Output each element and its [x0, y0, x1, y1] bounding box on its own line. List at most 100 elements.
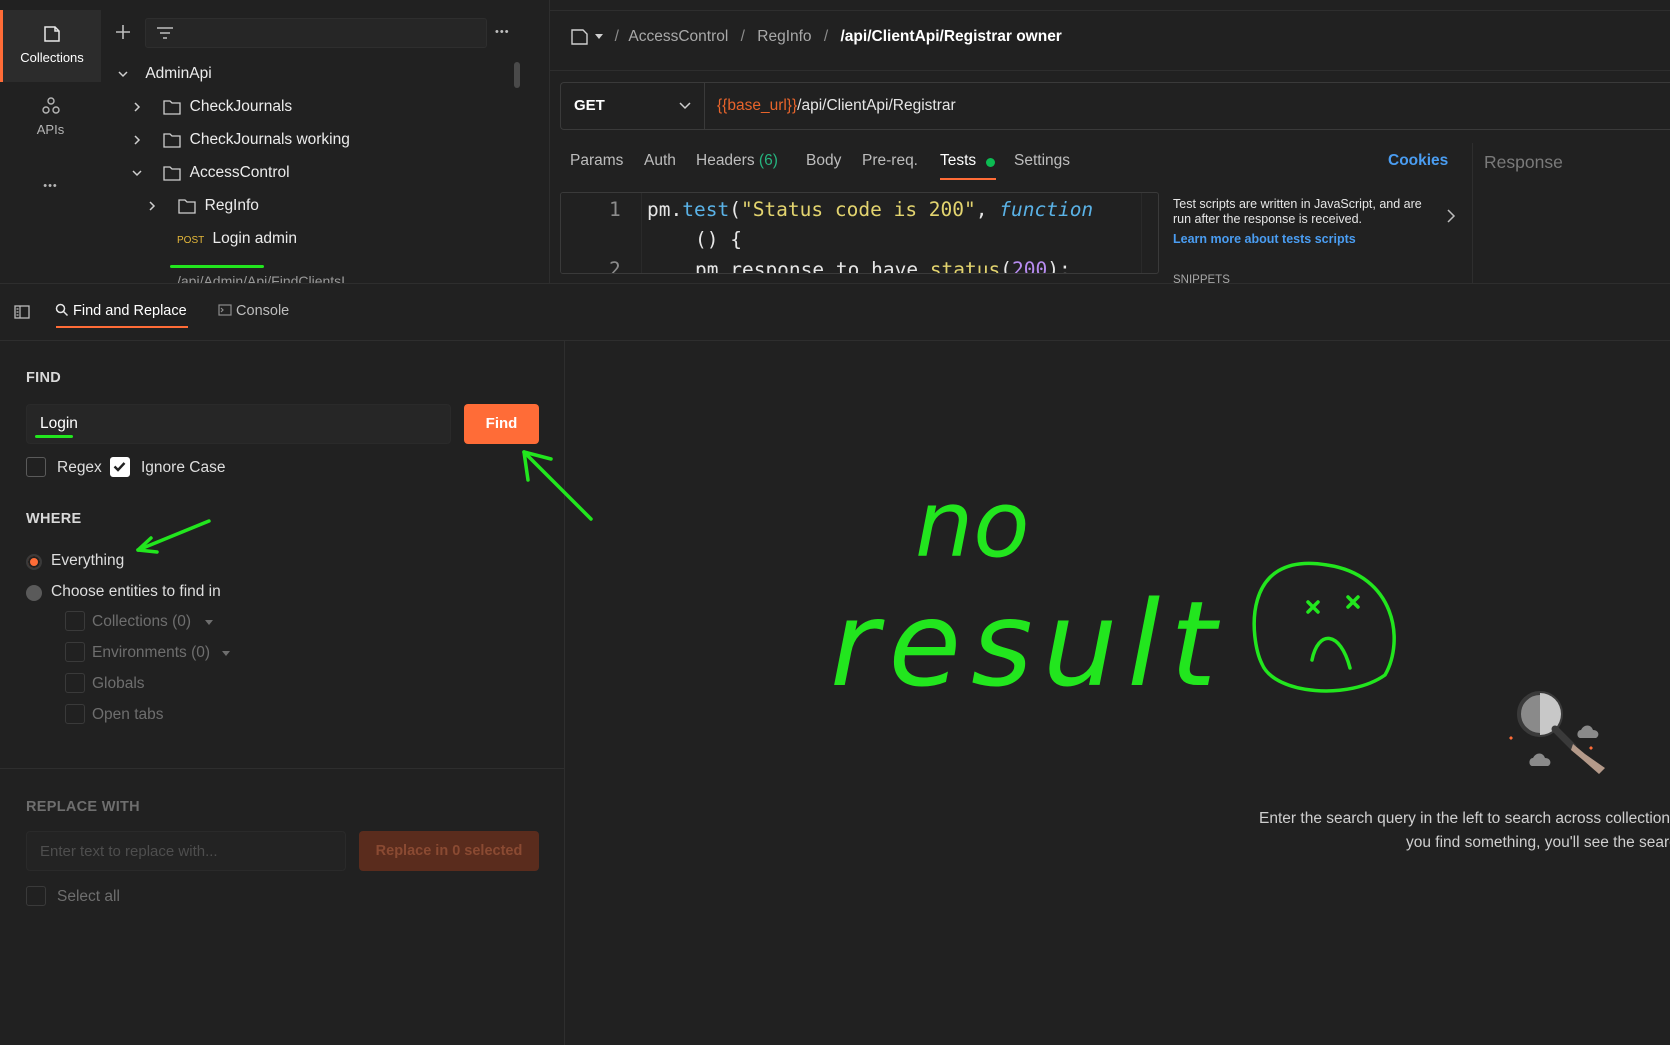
results-area: Enter the search query in the left to se…	[565, 341, 1670, 1045]
rail-collections-label: Collections	[20, 50, 84, 65]
request-editor: / AccessControl / RegInfo / /api/ClientA…	[550, 0, 1670, 286]
empty-state-line-2: you find something, you'll see the searc…	[1405, 834, 1670, 851]
line-number: 2	[609, 258, 621, 274]
rail-more-button[interactable]: •••	[0, 180, 101, 200]
chevron-right-icon[interactable]	[1446, 209, 1456, 223]
tab-headers[interactable]: Headers (6)	[696, 152, 778, 170]
code-token: 200	[1012, 258, 1048, 274]
ignore-case-label: Ignore Case	[141, 459, 226, 476]
request-type-icon[interactable]	[570, 28, 590, 46]
tab-strip	[550, 0, 1670, 11]
find-button[interactable]: Find	[464, 404, 539, 444]
collections-entity-label: Collections (0)	[92, 613, 192, 630]
tab-find-replace[interactable]: Find and Replace	[55, 303, 187, 319]
radio-choose-entities[interactable]	[26, 585, 42, 601]
open-tabs-checkbox[interactable]	[65, 704, 85, 724]
tab-console[interactable]: Console	[218, 303, 289, 319]
code-token: status	[929, 258, 1001, 274]
filter-icon	[157, 27, 173, 39]
radio-choose-entities-label: Choose entities to find in	[51, 583, 221, 600]
tree-item-label: CheckJournals working	[189, 131, 350, 148]
filter-input[interactable]	[145, 18, 487, 48]
collections-icon	[44, 26, 60, 42]
add-icon[interactable]	[113, 22, 133, 42]
tab-prereq[interactable]: Pre-req.	[862, 152, 918, 170]
tab-body[interactable]: Body	[806, 152, 841, 170]
chevron-right-icon	[131, 92, 147, 122]
breadcrumb-item-reginfo[interactable]: RegInfo	[757, 28, 811, 45]
caret-down-icon[interactable]	[205, 620, 213, 626]
toggle-sidebar-icon[interactable]	[14, 305, 30, 319]
find-replace-form: FIND Login Find Regex Ignore Case WHERE …	[0, 341, 565, 1045]
replace-placeholder: Enter text to replace with...	[40, 843, 218, 860]
url-variable: {{base_url}}	[717, 97, 798, 114]
tab-settings[interactable]: Settings	[1014, 152, 1070, 170]
ignore-case-checkbox[interactable]	[110, 457, 130, 477]
code-token: pm.response.to.have.	[695, 258, 930, 274]
caret-down-icon[interactable]	[222, 651, 230, 657]
cookies-link[interactable]: Cookies	[1388, 152, 1448, 170]
code-editor[interactable]: 1 2 pm.test("Status code is 200", functi…	[560, 192, 1159, 274]
tab-tests[interactable]: Tests	[940, 152, 976, 170]
method-select[interactable]: GET	[561, 83, 705, 129]
left-rail: Collections APIs •••	[0, 0, 102, 283]
folder-icon	[163, 100, 181, 115]
globals-checkbox[interactable]	[65, 673, 85, 693]
search-icon	[55, 303, 69, 317]
code-token: "Status code is 200"	[740, 198, 976, 221]
tree-item-checkjournals-working[interactable]: CheckJournals working	[131, 125, 350, 155]
tests-status-dot	[986, 158, 995, 167]
checkmark-icon	[113, 462, 126, 472]
tab-params[interactable]: Params	[570, 152, 623, 170]
code-token: (	[729, 198, 741, 221]
sidebar-scrollbar[interactable]	[514, 62, 520, 88]
tree-item-checkjournals[interactable]: CheckJournals	[131, 92, 292, 122]
tree-item-login-admin[interactable]: POST Login admin	[177, 224, 297, 254]
url-path: /api/ClientApi/Registrar	[797, 97, 956, 114]
response-divider	[1472, 143, 1473, 283]
caret-down-icon[interactable]	[594, 33, 604, 41]
apis-icon	[41, 97, 60, 114]
radio-everything-label: Everything	[51, 552, 125, 569]
sidebar-more-button[interactable]: •••	[495, 26, 510, 38]
tree-item-adminapi[interactable]: AdminApi	[117, 59, 212, 89]
tab-tests-label: Tests	[940, 152, 977, 169]
code-token: test	[682, 198, 730, 221]
radio-everything[interactable]	[26, 554, 42, 570]
learn-more-link[interactable]: Learn more about tests scripts	[1173, 232, 1356, 246]
tab-auth[interactable]: Auth	[644, 152, 676, 170]
regex-checkbox[interactable]	[26, 457, 46, 477]
tree-item-accesscontrol[interactable]: AccessControl	[131, 158, 290, 188]
tree-item-label: AccessControl	[189, 164, 290, 181]
line-number: 1	[609, 198, 621, 221]
editor-scrollbar[interactable]	[1141, 193, 1158, 273]
tree-item-reginfo[interactable]: RegInfo	[146, 191, 259, 221]
breadcrumb-item-accesscontrol[interactable]: AccessControl	[628, 28, 728, 45]
code-token: function	[999, 198, 1094, 221]
breadcrumb: / AccessControl / RegInfo / /api/ClientA…	[570, 28, 1062, 46]
replace-heading: REPLACE WITH	[26, 799, 140, 815]
code-line-1b: () {	[695, 228, 742, 251]
find-input[interactable]: Login	[26, 404, 451, 444]
request-name[interactable]: /api/ClientApi/Registrar owner	[841, 28, 1062, 45]
breadcrumb-separator: /	[614, 28, 619, 46]
url-input[interactable]: {{base_url}}/api/ClientApi/Registrar	[717, 97, 956, 115]
environments-checkbox[interactable]	[65, 642, 85, 662]
rail-apis[interactable]: APIs	[0, 96, 101, 156]
replace-button[interactable]: Replace in 0 selected	[359, 831, 539, 871]
where-heading: WHERE	[26, 511, 82, 527]
rail-collections[interactable]: Collections	[0, 10, 101, 82]
tree-item-partial[interactable]: /api/Admin/Api/FindClientsI...	[177, 266, 357, 283]
find-heading: FIND	[26, 370, 62, 386]
code-line-1: pm.test("Status code is 200", function	[647, 195, 1093, 225]
method-label: GET	[574, 97, 605, 114]
rail-apis-label: APIs	[36, 122, 65, 137]
folder-icon	[163, 133, 181, 148]
console-icon	[218, 304, 232, 316]
replace-input[interactable]: Enter text to replace with...	[26, 831, 346, 871]
bottom-panel-tabs: Find and Replace Console	[0, 284, 1670, 341]
select-all-checkbox[interactable]	[26, 886, 46, 906]
collections-checkbox[interactable]	[65, 611, 85, 631]
code-line-2: pm.response.to.have.status(200);	[695, 255, 1071, 274]
code-token: (	[1000, 258, 1013, 274]
